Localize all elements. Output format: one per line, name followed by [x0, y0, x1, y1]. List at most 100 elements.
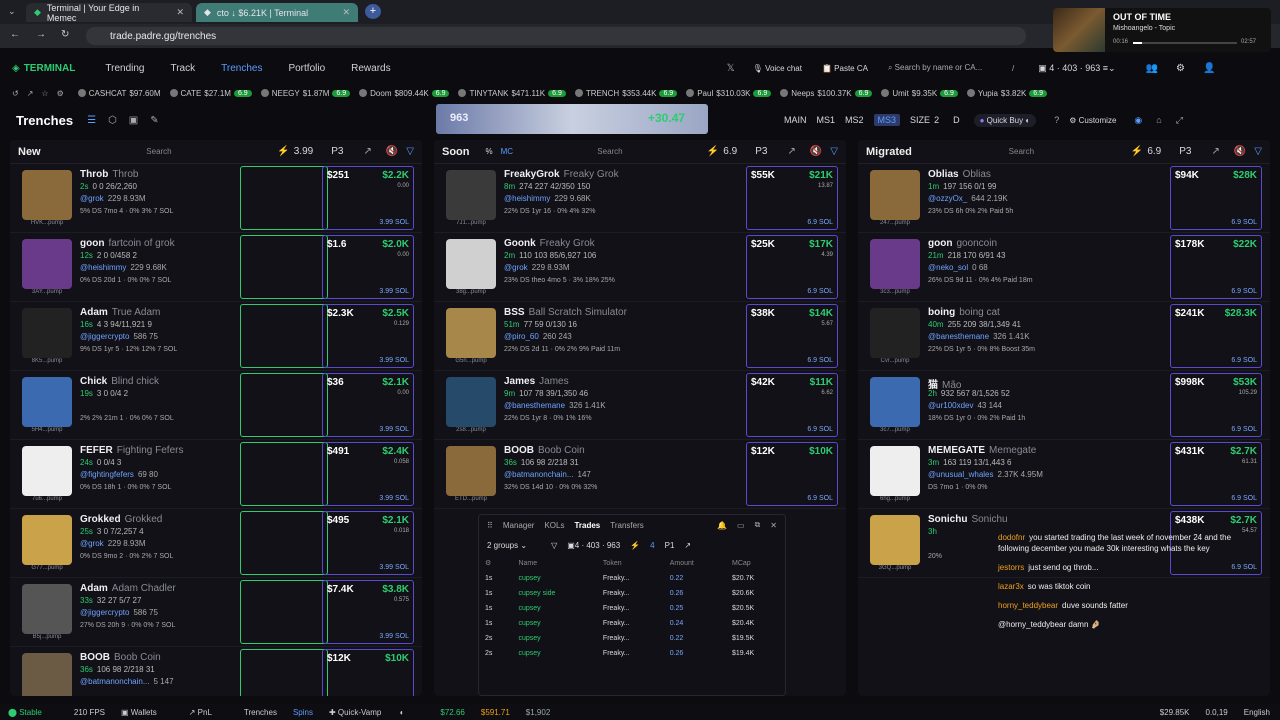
token-address[interactable]: Cvr...pump [870, 358, 920, 364]
table-row[interactable]: 2s cupsey Freaky... 0.26 $19.4K [479, 646, 785, 661]
cube-icon[interactable]: ⬡ [108, 115, 117, 126]
bell-icon[interactable]: 🔔 [717, 521, 727, 530]
creator-handle[interactable]: @unusual_whales [928, 470, 994, 479]
trade-token[interactable]: Freaky... [597, 631, 664, 646]
close-icon[interactable]: ✕ [770, 521, 777, 530]
buy-sol-button[interactable]: 3.99 SOL [379, 219, 409, 226]
creator-handle[interactable]: @banesthemane [928, 332, 989, 341]
language-selector[interactable]: English [1244, 708, 1270, 717]
mute-icon[interactable]: 🔇 [1234, 146, 1246, 157]
token-avatar[interactable] [870, 515, 920, 565]
chat-user[interactable]: dodofnr [998, 533, 1025, 542]
value-box[interactable]: $36 $2.1K 0.00 3.99 SOL [322, 373, 414, 437]
buy-sol-button[interactable]: 3.99 SOL [379, 357, 409, 364]
trader-name[interactable]: cupsey [512, 646, 596, 661]
chart-icon[interactable]: ↗ [27, 89, 34, 98]
token-address[interactable]: G77...pump [22, 565, 72, 571]
ticker-item[interactable]: CASHCAT $97.60M [77, 89, 161, 98]
ticker-item[interactable]: NEEGY $1.87M 6.9 [260, 89, 351, 98]
trader-name[interactable]: cupsey [512, 571, 596, 586]
settings-icon[interactable]: ⚙ [57, 89, 64, 98]
mode-ms1[interactable]: MS1 [817, 115, 836, 125]
creator-handle[interactable]: @jiggercrypto [80, 608, 129, 617]
creator-handle[interactable]: @fightingfefers [80, 470, 134, 479]
token-card[interactable]: 7u6...pump FEFER Fighting Fefers 24s 0 0/4 3… [10, 440, 422, 509]
creator-handle[interactable]: @piro_60 [504, 332, 539, 341]
progress-bar[interactable] [1133, 42, 1237, 44]
buy-sol-button[interactable]: 6.9 SOL [807, 426, 833, 433]
ticker-buy-badge[interactable]: 6.9 [1029, 89, 1048, 97]
creator-handle[interactable]: @batmanonchain... [504, 470, 574, 479]
quick-buy-box[interactable] [240, 373, 328, 437]
ticker-buy-badge[interactable]: 6.9 [753, 89, 772, 97]
token-address[interactable]: 7J1...pump [446, 220, 496, 226]
creator-handle[interactable]: @heishimmy [80, 263, 126, 272]
table-row[interactable]: 1s cupsey side Freaky... 0.26 $20.6K [479, 586, 785, 601]
value-box[interactable]: $42K $11K 6.62 6.9 SOL [746, 373, 838, 437]
value-box[interactable]: $178K $22K 6.9 SOL [1170, 235, 1262, 299]
tab-transfers[interactable]: Transfers [610, 521, 644, 530]
quick-buy-box[interactable] [240, 649, 328, 696]
voice-chat-button[interactable]: 🎙 Voice chat [753, 64, 802, 73]
close-icon[interactable]: ✕ [176, 7, 184, 18]
music-widget[interactable]: OUT OF TIME Mishoangelo - Topic 00:16 02… [1053, 8, 1271, 52]
token-avatar[interactable] [22, 170, 72, 220]
token-avatar[interactable] [870, 446, 920, 496]
value-box[interactable]: $241K $28.3K 6.9 SOL [1170, 304, 1262, 368]
preset[interactable]: P3 [331, 146, 343, 157]
token-address[interactable]: ETD...pump [446, 496, 496, 502]
trader-name[interactable]: cupsey [512, 631, 596, 646]
token-avatar[interactable] [22, 308, 72, 358]
help-icon[interactable]: ? [1054, 115, 1059, 125]
token-avatar[interactable] [22, 377, 72, 427]
filter-icon[interactable]: ▽ [551, 541, 557, 550]
ticker-item[interactable]: Umit $9.35K 6.9 [881, 89, 958, 98]
trade-token[interactable]: Freaky... [597, 601, 664, 616]
preset[interactable]: P3 [1179, 146, 1191, 157]
window-icon[interactable]: ▭ [737, 521, 745, 530]
ticker-item[interactable]: CATE $27.1M 6.9 [169, 89, 252, 98]
token-card[interactable]: Cvr...pump boing boing cat 40m 255 209 38/1,… [858, 302, 1270, 371]
value-box[interactable]: $491 $2.4K 0.058 3.99 SOL [322, 442, 414, 506]
mute-icon[interactable]: 🔇 [386, 146, 398, 157]
column-search[interactable]: Search [1009, 147, 1034, 156]
value-box[interactable]: $431K $2.7K 61.31 6.9 SOL [1170, 442, 1262, 506]
buy-amount[interactable]: 6.9 [1147, 146, 1161, 157]
filter-icon[interactable]: ▽ [406, 146, 414, 157]
token-avatar[interactable] [22, 653, 72, 696]
ticker-item[interactable]: Doom $809.44K 6.9 [359, 89, 450, 98]
creator-handle[interactable]: @grok [80, 539, 104, 548]
list-view-icon[interactable]: ☰ [87, 115, 96, 126]
buy-sol-button[interactable]: 6.9 SOL [1231, 288, 1257, 295]
mode-ms3[interactable]: MS3 [873, 114, 901, 126]
tab-manager[interactable]: Manager [503, 521, 535, 530]
ticker-buy-badge[interactable]: 6.9 [431, 89, 450, 97]
d-toggle[interactable]: D [953, 115, 960, 125]
token-address[interactable]: 2s8...pump [446, 427, 496, 433]
token-avatar[interactable] [870, 239, 920, 289]
token-card[interactable]: 7J1...pump FreakyGrok Freaky Grok 8m 274 227… [434, 164, 846, 233]
profile-icon[interactable]: 👤 [1203, 63, 1215, 74]
value-box[interactable]: $38K $14K 5.67 6.9 SOL [746, 304, 838, 368]
creator-handle[interactable]: @heishimmy [504, 194, 550, 203]
buy-sol-button[interactable]: 6.9 SOL [807, 495, 833, 502]
token-card[interactable]: 38g...pump Goonk Freaky Grok 2m 110 103 85/6… [434, 233, 846, 302]
ticker-item[interactable]: Paul $310.03K 6.9 [686, 89, 772, 98]
nav-trending[interactable]: Trending [105, 63, 144, 74]
token-address[interactable]: 7u6...pump [22, 496, 72, 502]
quick-buy-box[interactable] [240, 511, 328, 575]
token-avatar[interactable] [22, 584, 72, 634]
trenches-button[interactable]: Trenches [244, 708, 277, 717]
token-avatar[interactable] [446, 170, 496, 220]
banner[interactable]: 963 +30.47 [436, 104, 708, 134]
quick-buy-box[interactable] [240, 580, 328, 644]
settings-icon[interactable]: ⚙ [479, 555, 512, 571]
token-card[interactable]: 3AY...pump goon fartcoin of grok 12s 2 0 0/4… [10, 233, 422, 302]
buy-sol-button[interactable]: 6.9 SOL [1231, 495, 1257, 502]
creator-handle[interactable]: @neko_sol [928, 263, 968, 272]
preset[interactable]: P3 [755, 146, 767, 157]
chart-icon[interactable]: ↗ [787, 146, 795, 157]
users-icon[interactable]: 👥 [1146, 63, 1158, 74]
token-avatar[interactable] [446, 377, 496, 427]
filter-icon[interactable]: ▽ [1254, 146, 1262, 157]
